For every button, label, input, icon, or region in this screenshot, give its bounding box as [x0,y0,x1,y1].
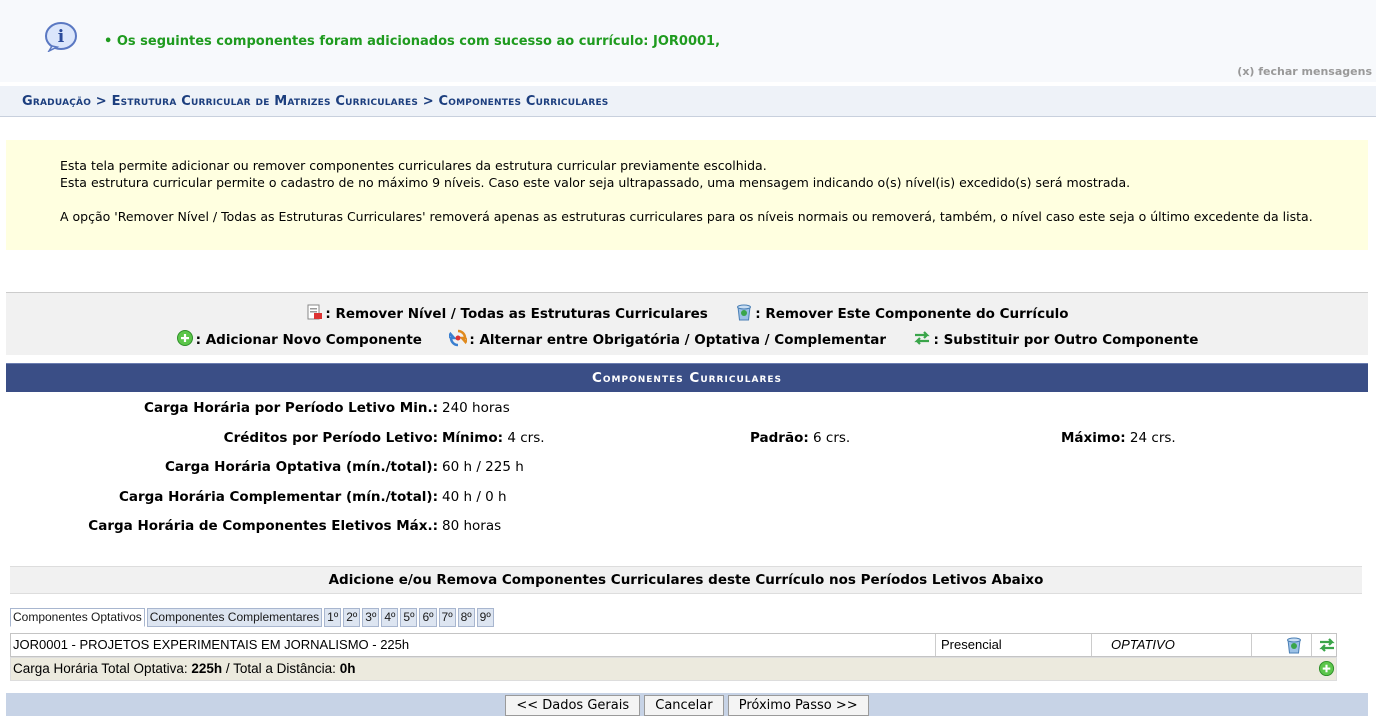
ch-min-label: Carga Horária por Período Letivo Min.: [144,400,438,416]
creditos-label: Créditos por Período Letivo: [223,430,438,446]
ch-complementar-label: Carga Horária Complementar (mín./total): [118,489,438,505]
legend-row-2: : Adicionar Novo Componente : Alternar e… [6,329,1368,348]
tab-componentes-optativos[interactable]: Componentes Optativos [10,608,145,627]
ch-optativa-value: 60 h / 225 h [442,459,524,475]
maximo-value: 24 crs. [1129,430,1176,446]
svg-text:i: i [58,27,65,47]
component-name: JOR0001 - PROJETOS EXPERIMENTAIS EM JORN… [13,637,410,652]
cancel-button[interactable]: Cancelar [644,695,724,716]
legend-toggle: : Alternar entre Obrigatória / Optativa … [469,332,887,348]
breadcrumb: Graduação > Estrutura Curricular de Matr… [0,86,1376,117]
next-step-button[interactable]: Próximo Passo >> [727,695,869,716]
help-paragraph-1: Esta tela permite adicionar ou remover c… [60,158,767,173]
column-divider [1311,634,1312,656]
total-mid: / Total a Distância: [222,661,340,676]
minimo-value: 4 crs. [507,430,545,446]
dados-gerais-button[interactable]: << Dados Gerais [505,695,641,716]
table-row: JOR0001 - PROJETOS EXPERIMENTAIS EM JORN… [10,633,1337,657]
total-row: Carga Horária Total Optativa: 225h / Tot… [10,657,1337,681]
tab-componentes-complementares[interactable]: Componentes Complementares [146,608,323,627]
ch-complementar-value: 40 h / 0 h [442,489,507,505]
ch-optativa-label: Carga Horária Optativa (mín./total): [165,459,438,475]
tab-periodo-1[interactable]: 1º [324,608,342,627]
creditos-maximo: Máximo: 24 crs. [1061,430,1176,446]
column-divider [935,634,936,656]
trash-icon [737,304,752,321]
icon-legend: : Remover Nível / Todas as Estruturas Cu… [6,292,1368,355]
ch-eletivos-value: 80 horas [442,518,502,534]
remove-component-trash-icon[interactable] [1285,636,1303,654]
total-prefix: Carga Horária Total Optativa: [13,661,192,676]
tab-periodo-2[interactable]: 2º [343,608,361,627]
help-paragraph-3: A opção 'Remover Nível / Todas as Estrut… [60,209,1313,224]
tab-periodo-9[interactable]: 9º [476,608,494,627]
tab-periodo-6[interactable]: 6º [419,608,437,627]
legend-add: : Adicionar Novo Componente [195,332,422,348]
tab-periodo-4[interactable]: 4º [381,608,399,627]
legend-remove-component: : Remover Este Componente do Currículo [755,306,1069,322]
total-optativa-value: 225h [191,661,223,676]
ch-min-value: 240 horas [442,400,510,416]
remove-level-icon [307,304,323,320]
replace-icon [914,331,931,345]
padrao-value: 6 crs. [813,430,851,446]
success-message: • Os seguintes componentes foram adicion… [104,34,721,49]
ch-eletivos-label: Carga Horária de Componentes Eletivos Má… [88,518,438,534]
message-bar: i • Os seguintes componentes foram adici… [0,0,1376,82]
column-divider [1091,634,1092,656]
add-component-icon[interactable] [1318,660,1335,677]
total-text: Carga Horária Total Optativa: 225h / Tot… [13,661,355,676]
tab-periodo-8[interactable]: 8º [457,608,475,627]
help-box: Esta tela permite adicionar ou remover c… [6,140,1368,250]
creditos-padrao: Padrão: 6 crs. [750,430,850,446]
panel-title: Componentes Curriculares [6,363,1368,392]
tab-periodo-5[interactable]: 5º [400,608,418,627]
help-paragraph-2: Esta estrutura curricular permite o cada… [60,175,1131,190]
component-modality: Presencial [941,637,1002,652]
tab-periodo-3[interactable]: 3º [362,608,380,627]
total-distancia-value: 0h [339,661,356,676]
legend-row-1: : Remover Nível / Todas as Estruturas Cu… [6,303,1368,322]
replace-component-icon[interactable] [1318,636,1336,654]
legend-remove-level: : Remover Nível / Todas as Estruturas Cu… [325,306,708,322]
tab-periodo-7[interactable]: 7º [438,608,456,627]
maximo-label: Máximo: [1061,430,1126,446]
add-icon [176,330,193,346]
creditos-minimo: Mínimo: 4 crs. [442,430,545,446]
padrao-label: Padrão: [750,430,809,446]
period-tabs: Componentes Optativos Componentes Comple… [10,608,496,627]
legend-replace: : Substituir por Outro Componente [933,332,1199,348]
form-footer: << Dados Gerais Cancelar Próximo Passo >… [6,693,1368,716]
column-divider [1251,634,1252,656]
toggle-icon [449,329,468,347]
breadcrumb-text: Graduação > Estrutura Curricular de Matr… [22,94,609,109]
close-messages-link[interactable]: (x) fechar mensagens [1237,65,1372,78]
info-icon: i [45,22,77,52]
periods-subheading: Adicione e/ou Remova Componentes Curricu… [10,566,1362,594]
component-type: OPTATIVO [1111,637,1175,652]
minimo-label: Mínimo: [442,430,504,446]
